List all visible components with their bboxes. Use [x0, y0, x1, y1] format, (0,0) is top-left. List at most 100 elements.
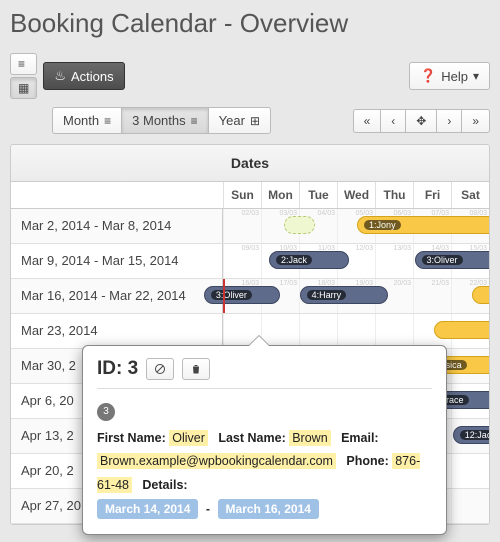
- booking-bar[interactable]: 12:Jack: [453, 426, 490, 444]
- nav-prev-button[interactable]: ‹: [380, 109, 405, 133]
- cell-date: 13/03: [393, 245, 411, 252]
- booking-bar[interactable]: [472, 286, 490, 304]
- fire-icon: ♨: [54, 68, 66, 84]
- range-month-label: Month: [63, 113, 99, 128]
- range-month-button[interactable]: Month ≡: [52, 107, 121, 134]
- range-year-button[interactable]: Year ⊞: [208, 107, 271, 134]
- list-icon: ≡: [191, 115, 198, 127]
- booking-label: 3:Oliver: [422, 255, 463, 265]
- nav-next-button[interactable]: ›: [436, 109, 461, 133]
- booking-bar[interactable]: [284, 216, 315, 234]
- grid-cell[interactable]: 13/03: [375, 244, 413, 278]
- target-icon: ✥: [416, 115, 426, 127]
- help-label: Help: [441, 69, 468, 84]
- range-group: Month ≡ 3 Months ≡ Year ⊞: [52, 107, 271, 134]
- booking-label: 1:Jony: [364, 220, 401, 230]
- range-3months-label: 3 Months: [132, 113, 185, 128]
- trash-icon: [190, 363, 202, 375]
- help-button[interactable]: ❓ Help ▾: [409, 62, 490, 90]
- dates-header: Dates: [11, 145, 489, 182]
- day-header-row: Sun Mon Tue Wed Thu Fri Sat: [11, 182, 489, 209]
- day-col: Sat: [451, 182, 489, 208]
- booking-bar[interactable]: 2:Jack: [269, 251, 349, 269]
- cell-date: 20/03: [393, 280, 411, 287]
- popup-cancel-button[interactable]: [146, 358, 174, 380]
- day-col: Thu: [375, 182, 413, 208]
- cell-date: 09/03: [241, 245, 259, 252]
- last-name-label: Last Name:: [218, 431, 285, 445]
- grid-cell[interactable]: [451, 454, 489, 488]
- cell-date: 02/03: [241, 210, 259, 217]
- list-view-button[interactable]: ≡: [10, 53, 37, 75]
- grid-icon: ⊞: [250, 115, 260, 127]
- ban-icon: [154, 363, 166, 375]
- booking-bar[interactable]: 3:Oliver: [204, 286, 281, 304]
- grid-row: Mar 2, 2014 - Mar 8, 201402/0303/0304/03…: [11, 209, 489, 244]
- row-label: Mar 23, 2014: [11, 314, 223, 348]
- calendar-icon: ▦: [18, 82, 29, 94]
- booking-bar[interactable]: 4:Harry: [300, 286, 388, 304]
- calendar-view-button[interactable]: ▦: [10, 77, 37, 99]
- help-icon: ❓: [420, 68, 436, 84]
- last-name-value: Brown: [289, 430, 330, 446]
- first-name-label: First Name:: [97, 431, 166, 445]
- today-marker: [223, 279, 225, 313]
- booking-label: 4:Harry: [307, 290, 347, 300]
- row-label: Mar 16, 2014 - Mar 22, 2014: [11, 279, 223, 313]
- date-from: March 14, 2014: [97, 499, 198, 519]
- grid-cell[interactable]: [299, 314, 337, 348]
- booking-popup: ID: 3 3 First Name: Oliver Last Name: Br…: [82, 345, 447, 535]
- list-icon: ≡: [18, 58, 25, 70]
- page-title: Booking Calendar - Overview: [10, 8, 490, 39]
- chevron-right-icon: ›: [447, 115, 451, 127]
- row-label: Mar 9, 2014 - Mar 15, 2014: [11, 244, 223, 278]
- day-col: Mon: [261, 182, 299, 208]
- nav-last-button[interactable]: »: [461, 109, 490, 133]
- row-label: Mar 2, 2014 - Mar 8, 2014: [11, 209, 223, 243]
- grid-cell[interactable]: 02/03: [223, 209, 261, 243]
- details-label: Details:: [142, 478, 187, 492]
- grid-row: Mar 16, 2014 - Mar 22, 201416/0317/0318/…: [11, 279, 489, 314]
- first-name-value: Oliver: [169, 430, 208, 446]
- booking-bar[interactable]: 3:Oliver: [415, 251, 491, 269]
- grid-cell[interactable]: [337, 314, 375, 348]
- nav-today-button[interactable]: ✥: [405, 109, 436, 133]
- double-right-icon: »: [472, 115, 479, 127]
- grid-row: Mar 9, 2014 - Mar 15, 201409/0310/0311/0…: [11, 244, 489, 279]
- day-col: Sun: [223, 182, 261, 208]
- booking-label: 2:Jack: [276, 255, 312, 265]
- cell-date: 17/03: [279, 280, 297, 287]
- popup-delete-button[interactable]: [182, 358, 210, 380]
- cell-date: 21/03: [431, 280, 449, 287]
- actions-button[interactable]: ♨ Actions: [43, 62, 124, 90]
- caret-down-icon: ▾: [473, 70, 479, 82]
- grid-cell[interactable]: 09/03: [223, 244, 261, 278]
- cell-date: 04/03: [317, 210, 335, 217]
- chevron-left-icon: ‹: [391, 115, 395, 127]
- booking-bar[interactable]: 1:Jony: [357, 216, 490, 234]
- email-value: Brown.example@wpbookingcalendar.com: [97, 453, 336, 469]
- booking-bar[interactable]: [434, 321, 490, 339]
- phone-label: Phone:: [346, 454, 388, 468]
- date-sep: -: [206, 502, 210, 516]
- day-col: Tue: [299, 182, 337, 208]
- range-year-label: Year: [219, 113, 245, 128]
- grid-cell[interactable]: 21/03: [413, 279, 451, 313]
- nav-first-button[interactable]: «: [353, 109, 381, 133]
- actions-label: Actions: [71, 69, 114, 84]
- popup-circle-number: 3: [97, 403, 115, 421]
- view-toggle-group: ≡ ▦: [10, 53, 37, 99]
- date-to: March 16, 2014: [218, 499, 319, 519]
- popup-id: ID: 3: [97, 358, 138, 380]
- booking-label: 12:Jack: [460, 430, 490, 440]
- grid-cell[interactable]: [451, 489, 489, 523]
- grid-cell[interactable]: [375, 314, 413, 348]
- range-3months-button[interactable]: 3 Months ≡: [121, 107, 208, 134]
- cell-date: 12/03: [355, 245, 373, 252]
- day-col: Wed: [337, 182, 375, 208]
- nav-group: « ‹ ✥ › »: [353, 109, 490, 133]
- email-label: Email:: [341, 431, 379, 445]
- double-left-icon: «: [364, 115, 371, 127]
- day-col: Fri: [413, 182, 451, 208]
- booking-label: 3:Oliver: [211, 290, 252, 300]
